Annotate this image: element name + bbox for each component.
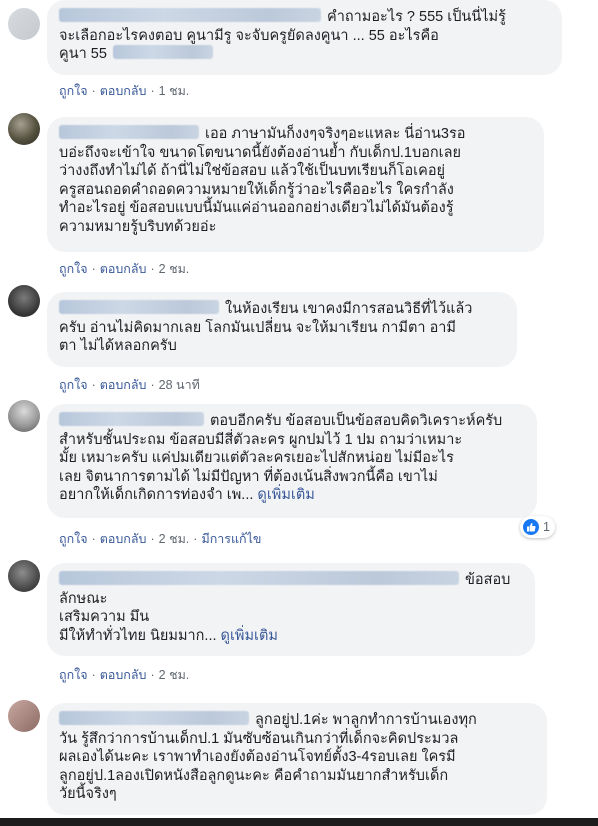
mention-blur [112, 45, 213, 60]
timestamp[interactable]: 2 ชม. [159, 532, 190, 546]
comment-text-line: ครับ อ่านไม่คิดมากเลย โลกมันเปลี่ยน จะให… [59, 319, 456, 336]
comment-bubble: ลูกอยู่ป.1ค่ะ พาลูกทำการบ้านเองทุก วัน ร… [47, 703, 547, 815]
reaction-count: 1 [543, 520, 550, 534]
comment-text-line: ข้อสอบ [465, 572, 511, 588]
comment-text-line: ผลเองได้นะคะ เราพาทำเองยังต้องอ่านโจทย์ต… [59, 749, 456, 766]
comment-text-line: เสริมความ มึน [59, 609, 150, 626]
avatar[interactable] [8, 560, 40, 592]
commenter-name[interactable] [59, 412, 204, 426]
comment-text-line: สำหรับชั้นประถม ข้อสอบมีสี่ตัวละคร ผูกปม… [59, 431, 463, 448]
comment-text-line: มั้ย เหมาะครับ แค่ปมเดียวแต่ตัวละครเยอะไ… [59, 450, 454, 467]
commenter-name[interactable] [59, 711, 249, 725]
reply-link[interactable]: ตอบกลับ [100, 84, 147, 98]
like-link[interactable]: ถูกใจ [59, 84, 88, 98]
reply-link[interactable]: ตอบกลับ [100, 532, 147, 546]
timestamp[interactable]: 1 ชม. [159, 84, 190, 98]
reply-link[interactable]: ตอบกลับ [100, 262, 147, 276]
timestamp[interactable]: 2 ชม. [159, 668, 190, 682]
comment-text-line: ครูสอนถอดคำถอดความหมายให้เด็กรู้ว่าอะไรค… [59, 181, 454, 198]
comment-text-line: วัน รู้สึกว่าการบ้านเด็กป.1 มันซับซ้อนเก… [59, 730, 459, 747]
comment-actions: ถูกใจ · ตอบกลับ · 1 ชม. [59, 84, 190, 98]
reply-link[interactable]: ตอบกลับ [100, 378, 147, 392]
avatar[interactable] [8, 400, 40, 432]
comment-text-line: ทำอะไรอยู่ ข้อสอบแบบนี้มันแค่อ่านออกอย่า… [59, 200, 454, 217]
comment-text-line: อยากให้เด็กเกิดการท่องจำ เพ... [59, 487, 254, 504]
timestamp[interactable]: 2 ชม. [159, 262, 190, 276]
see-more-link[interactable]: ดูเพิ่มเติม [257, 487, 314, 503]
comment-text-line: จะเลือกอะไรคงตอบ คูนามีรู จะจับครูยัดลงค… [59, 27, 439, 44]
comment-actions: ถูกใจ · ตอบกลับ · 2 ชม. · มีการแก้ไข [59, 532, 262, 546]
commenter-name[interactable] [59, 125, 199, 139]
comment-text-line: คำถามอะไร ? 555 เป็นนี่ไม่รู้ [327, 9, 506, 25]
comment-bubble: ในห้องเรียน เขาคงมีการสอนวิธีที่ไว้แล้ว … [47, 292, 517, 367]
reply-link[interactable]: ตอบกลับ [100, 668, 147, 682]
comment-text-line: มีให้ทำทั่วไทย นิยมมาก... [59, 627, 217, 644]
comment-actions: ถูกใจ · ตอบกลับ · 2 ชม. [59, 262, 190, 276]
comment-text-line: ลูกอยู่ป.1ลองเปิดหนังสือลูกดูนะคะ คือคำถ… [59, 767, 449, 784]
comment-text-line: ตอบอีกครับ ข้อสอบเป็นข้อสอบคิดวิเคราะห์ค… [210, 413, 503, 429]
comment-text-line: วัยนี้จริงๆ [59, 786, 117, 803]
like-link[interactable]: ถูกใจ [59, 378, 88, 392]
comment-actions: ถูกใจ · ตอบกลับ · 2 ชม. [59, 668, 190, 682]
comment-text-line: ว่างงถึงทำไม่ได้ ถ้านี่ไม่ใช่ข้อสอบ แล้ว… [59, 163, 446, 180]
comment-text-line: ในห้องเรียน เขาคงมีการสอนวิธีที่ไว้แล้ว [225, 301, 473, 317]
like-link[interactable]: ถูกใจ [59, 668, 88, 682]
timestamp[interactable]: 28 นาที [159, 378, 200, 392]
avatar[interactable] [8, 700, 40, 732]
avatar[interactable] [8, 113, 40, 145]
comment-text-line: ลูกอยู่ป.1ค่ะ พาลูกทำการบ้านเองทุก [255, 712, 477, 728]
commenter-name[interactable] [59, 8, 321, 22]
thumbs-up-icon [523, 519, 539, 535]
comment-text-line: ความหมายรู้บริบทด้วยอ่ะ [59, 218, 217, 235]
comment-bubble: ตอบอีกครับ ข้อสอบเป็นข้อสอบคิดวิเคราะห์ค… [47, 404, 537, 518]
reaction-summary[interactable]: 1 [520, 516, 555, 538]
comment-text-line: เลย จิตนาการตามได้ ไม่มีปัญหา ที่ต้องเน้… [59, 468, 438, 485]
bottom-edge [0, 818, 598, 826]
comment-text-line: ตา ไม่ได้หลอกครับ [59, 338, 177, 355]
like-link[interactable]: ถูกใจ [59, 532, 88, 546]
edited-link[interactable]: มีการแก้ไข [201, 532, 261, 546]
like-link[interactable]: ถูกใจ [59, 262, 88, 276]
comment-text-line: เออ ภาษามันก็งงๆจริงๆอะแหละ นี่อ่าน3รอ [205, 126, 466, 142]
comment-bubble: เออ ภาษามันก็งงๆจริงๆอะแหละ นี่อ่าน3รอ บ… [47, 117, 544, 252]
comment-text-line: บอ่ะถึงจะเข้าใจ ขนาดโตขนาดนี้ยังต้องอ่าน… [59, 144, 462, 161]
see-more-link[interactable]: ดูเพิ่มเติม [221, 628, 278, 644]
comment-actions: ถูกใจ · ตอบกลับ · 28 นาที [59, 378, 200, 392]
comment-bubble: ข้อสอบ ลักษณะ เสริมความ มึน มีให้ทำทั่วไ… [47, 563, 535, 656]
comment-thread: คำถามอะไร ? 555 เป็นนี่ไม่รู้ จะเลือกอะไ… [0, 0, 598, 826]
comment-text-line: คูนา 55 [59, 46, 107, 63]
comment-text-line: ลักษณะ [59, 590, 108, 607]
avatar[interactable] [8, 285, 40, 317]
commenter-name[interactable] [59, 300, 219, 314]
commenter-name[interactable] [59, 571, 459, 585]
avatar[interactable] [8, 8, 40, 40]
comment-bubble: คำถามอะไร ? 555 เป็นนี่ไม่รู้ จะเลือกอะไ… [47, 0, 562, 75]
